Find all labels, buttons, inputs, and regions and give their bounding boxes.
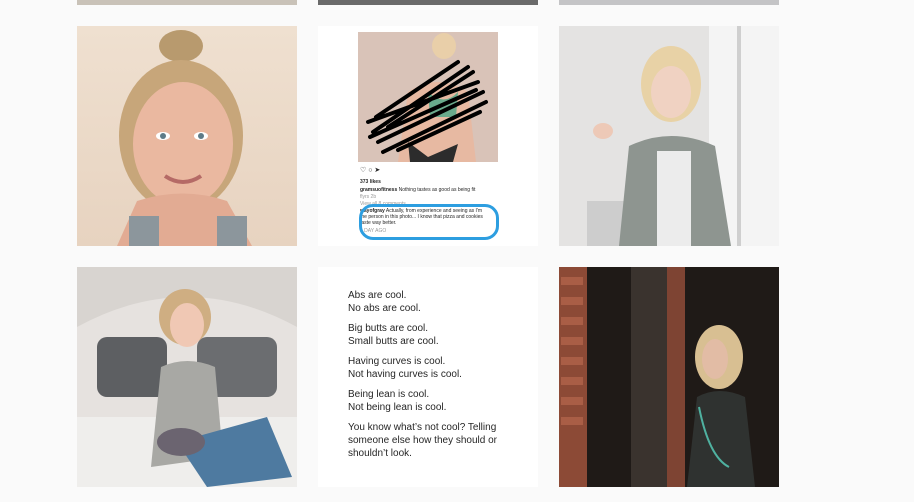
grid-tile-1[interactable] [77, 26, 297, 246]
grid-tile-2[interactable]: ♡ ○ ➤ 373 likes gramsuofitness Nothing t… [318, 26, 538, 246]
grid-tile-3[interactable] [559, 26, 779, 246]
quote-stanza-2: Big butts are cool. Small butts are cool. [348, 323, 439, 347]
portrait-illustration [117, 30, 252, 246]
caption-meta: flyrs 2b [360, 194, 377, 200]
caption: gramsuofitness Nothing tastes as good as… [360, 187, 476, 193]
grid-tile-peek-3[interactable] [559, 0, 779, 5]
grid-tile-4[interactable] [77, 267, 297, 487]
cardigan-illustration [559, 26, 779, 246]
likes-count: 373 likes [360, 179, 381, 185]
window-illustration [559, 267, 779, 487]
instagram-screenshot: ♡ ○ ➤ 373 likes gramsuofitness Nothing t… [358, 32, 499, 240]
quote-stanza-1: Abs are cool. No abs are cool. [348, 290, 421, 314]
scribble-illustration [358, 32, 498, 162]
bed-illustration [77, 267, 297, 487]
grid-tile-6[interactable] [559, 267, 779, 487]
highlight-circle [359, 204, 499, 240]
quote-stanza-3: Having curves is cool. Not having curves … [348, 356, 462, 380]
scribbled-photo [358, 32, 498, 162]
grid-tile-5[interactable]: Abs are cool. No abs are cool. Big butts … [318, 267, 538, 487]
body-image-quote: Abs are cool. No abs are cool. Big butts … [348, 289, 518, 467]
grid-tile-peek-2[interactable] [318, 0, 538, 5]
quote-stanza-4: Being lean is cool. Not being lean is coo… [348, 389, 447, 413]
grid-tile-peek-1[interactable] [77, 0, 297, 5]
quote-stanza-5: You know what’s not cool? Telling someon… [348, 422, 497, 459]
action-icons: ♡ ○ ➤ [360, 167, 381, 174]
